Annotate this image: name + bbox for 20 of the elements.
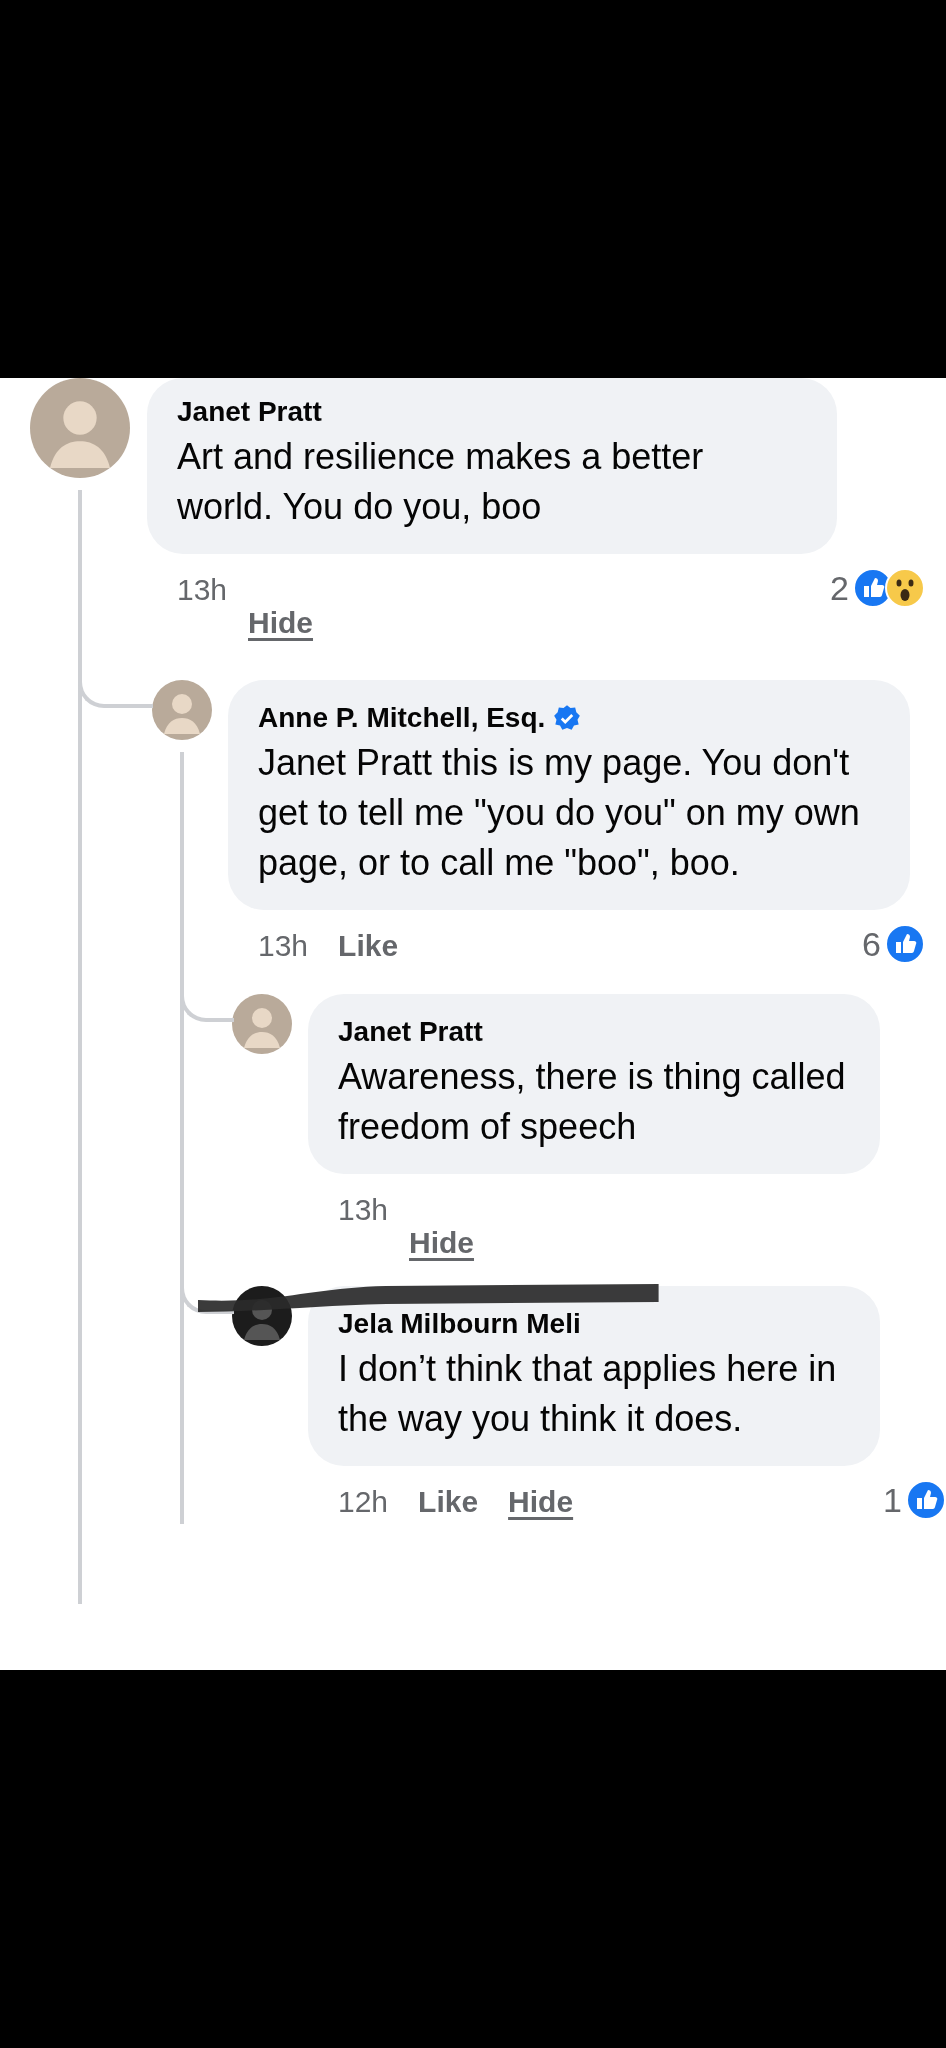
timestamp: 13h bbox=[338, 1193, 389, 1227]
reaction-count: 1 bbox=[883, 1480, 902, 1520]
author-name[interactable]: Jela Milbourn Meli bbox=[338, 1308, 581, 1340]
comment-text: Janet Pratt this is my page. You don't get to tell me "you do you" on my own page, or to call me "boo", boo. bbox=[258, 741, 861, 885]
like-link[interactable]: Like bbox=[338, 929, 399, 963]
comment-text: I don’t think that applies here in the way you think it does. bbox=[338, 1347, 838, 1441]
reaction-count: 6 bbox=[862, 924, 881, 964]
author-name[interactable]: Janet Pratt bbox=[177, 396, 322, 428]
comment-text: Art and resilience makes a better world. You do you, boo bbox=[177, 435, 705, 529]
hide-link[interactable]: Hide bbox=[508, 1485, 574, 1519]
author-name[interactable]: Janet Pratt bbox=[338, 1016, 483, 1048]
hide-link[interactable]: Hide bbox=[248, 606, 313, 640]
author-name[interactable]: Anne P. Mitchell, Esq. bbox=[258, 702, 546, 734]
like-link[interactable]: Like bbox=[418, 1485, 479, 1519]
hide-link[interactable]: Hide bbox=[409, 1226, 474, 1260]
reaction-count: 2 bbox=[830, 568, 849, 608]
comment-text: Awareness, there is thing called freedom of speech bbox=[338, 1055, 847, 1149]
timestamp: 12h bbox=[338, 1485, 389, 1519]
timestamp: 13h bbox=[258, 929, 309, 963]
timestamp: 13h bbox=[177, 573, 228, 607]
